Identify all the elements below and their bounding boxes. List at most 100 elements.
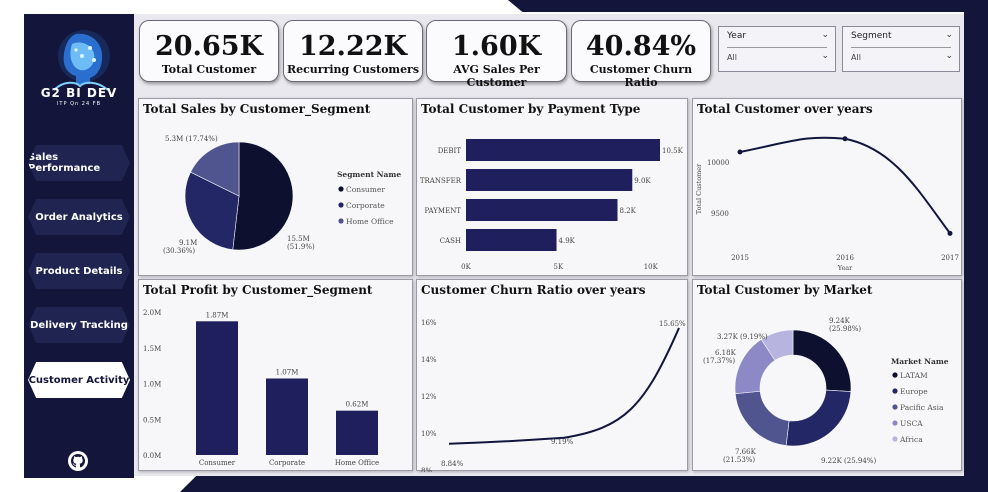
divider [727,47,827,48]
profit-bar-chart: 2.0M 1.5M 1.0M 0.5M 0.0M 1.87M Consumer 1.07M Co… [143,309,379,467]
data-label: 1.87M [206,311,229,319]
data-label: 15.5M [287,235,310,243]
data-label: (21.53%) [723,456,755,464]
decor-band-top [508,0,988,12]
kpi-value: 40.84% [585,31,697,62]
tick-label: 0K [461,263,471,271]
kpi-value: 1.60K [451,31,542,62]
kpi-recurring-customers: 12.22K Recurring Customers [283,20,423,82]
kpi-label: Total Customer [161,63,257,76]
tick-label: 16% [421,319,437,327]
divider [851,47,951,48]
legend-label: USCA [900,419,923,428]
tick-label: 10K [644,263,659,271]
logo-subtext: ITP Qn 24 FB [56,101,102,107]
data-label: 9.19% [551,438,574,446]
data-label: (51.9%) [287,243,315,251]
category-label: PAYMENT [424,207,461,215]
tick-label: 2015 [731,254,749,262]
slicer-selected-value: All [851,53,861,62]
legend-marker [892,420,898,426]
tick-label: 0.0M [143,452,161,460]
legend-label: Consumer [346,185,385,194]
tick-label: 1.5M [143,345,161,353]
slicer-segment[interactable]: Segment ⌄ All ⌄ [842,26,960,72]
category-label: Consumer [199,459,236,467]
logo-text: G2 BI DEV [40,86,118,100]
payment-bar-chart: DEBIT 10.5K TRANSFER 9.0K PAYMENT 8.2K CASH 4.9… [420,139,684,271]
series-line [739,136,951,234]
data-label: 4.9K [559,237,576,245]
legend-title: Segment Name [337,170,401,179]
decor-band-bottom [180,476,988,492]
nav-order-analytics[interactable]: Order Analytics [28,199,130,235]
tick-label: 2017 [941,254,959,262]
category-label: Corporate [269,459,305,467]
panel-profit-by-segment: 2.0M 1.5M 1.0M 0.5M 0.0M 1.87M Consumer 1.07M Co… [138,279,413,471]
nav-customer-activity[interactable]: Customer Activity [28,362,130,398]
panel-title: Total Customer by Market [697,283,873,297]
data-label: (25.98%) [829,325,861,333]
tick-label: 2016 [836,254,854,262]
panel-title: Total Profit by Customer_Segment [143,283,373,297]
legend-title: Market Name [891,357,949,366]
legend-marker [892,404,898,410]
decor-band-right [964,0,988,492]
tick-label: 9500 [711,210,729,218]
chevron-down-icon[interactable]: ⌄ [821,30,829,40]
tick-label: 2.0M [143,309,161,317]
axis-label: Year [837,264,853,272]
legend-label: Corporate [346,201,385,210]
github-icon[interactable] [67,450,89,472]
kpi-total-customer: 20.65K Total Customer [139,20,279,82]
data-label: 9.22K (25.94%) [821,457,876,465]
data-label: 9.24K [829,317,851,325]
chevron-down-icon[interactable]: ⌄ [821,51,829,61]
donut-slice [785,389,852,447]
slicer-title: Segment [851,31,892,41]
pie-slice [232,141,294,251]
data-label: (17.37%) [703,357,735,365]
panel-title: Customer Churn Ratio over years [421,283,646,297]
panel-customer-by-market: 9.24K (25.98%) 9.22K (25.94%) 7.66K (21.53%)… [692,279,962,471]
kpi-label: Customer Churn Ratio [589,63,693,89]
bar [466,199,618,221]
category-label: DEBIT [438,147,462,155]
panel-title: Total Customer by Payment Type [421,102,641,116]
customers-line-chart: 10000 9500 2015 2016 2017 Year Total Customer [695,136,959,272]
nav-product-details[interactable]: Product Details [28,253,130,289]
tick-label: 14% [421,356,437,364]
data-label: 8.84% [441,460,464,468]
data-label: 1.07M [276,368,299,376]
kpi-customer-churn-ratio: 40.84% Customer Churn Ratio [571,20,711,89]
chevron-down-icon[interactable]: ⌄ [945,51,953,61]
legend-marker [338,218,344,224]
data-label: 6.18K [715,349,737,357]
data-label: 0.62M [346,401,369,409]
nav-delivery-tracking[interactable]: Delivery Tracking [28,307,130,343]
kpi-avg-sales-per-customer: 1.60K AVG Sales Per Customer [426,20,567,89]
tick-label: 1.0M [143,381,161,389]
tick-label: 12% [421,393,437,401]
donut-slice [734,390,790,446]
kpi-label: Recurring Customers [286,63,420,76]
bar [266,378,308,455]
nav-sales-performance[interactable]: Sales Performance [28,145,130,181]
market-donut-chart: 9.24K(25.98%) 9.22K (25.94%) 7.66K(21.53%)… [703,317,949,465]
legend-marker [338,186,344,192]
slicer-title: Year [727,31,747,41]
slicer-year[interactable]: Year ⌄ All ⌄ [718,26,836,72]
tick-label: 0.5M [143,416,161,424]
slicer-selected-value: All [727,53,737,62]
bar [196,321,238,455]
data-point [842,136,848,142]
data-label: 7.66K [735,448,757,456]
data-label: 9.0K [634,177,651,185]
chevron-down-icon[interactable]: ⌄ [945,30,953,40]
panel-title: Total Customer over years [697,102,873,116]
category-label: TRANSFER [420,177,462,185]
panel-sales-by-segment: 15.5M (51.9%) 9.1M (30.36%) 5.3M (17.74%) Seg… [138,98,413,276]
category-label: Home Office [335,459,379,467]
panel-churn-over-years: 16%14%12%10%8%8.84%9.19%15.65%2015201620… [416,279,688,472]
legend-label: Pacific Asia [900,403,944,412]
